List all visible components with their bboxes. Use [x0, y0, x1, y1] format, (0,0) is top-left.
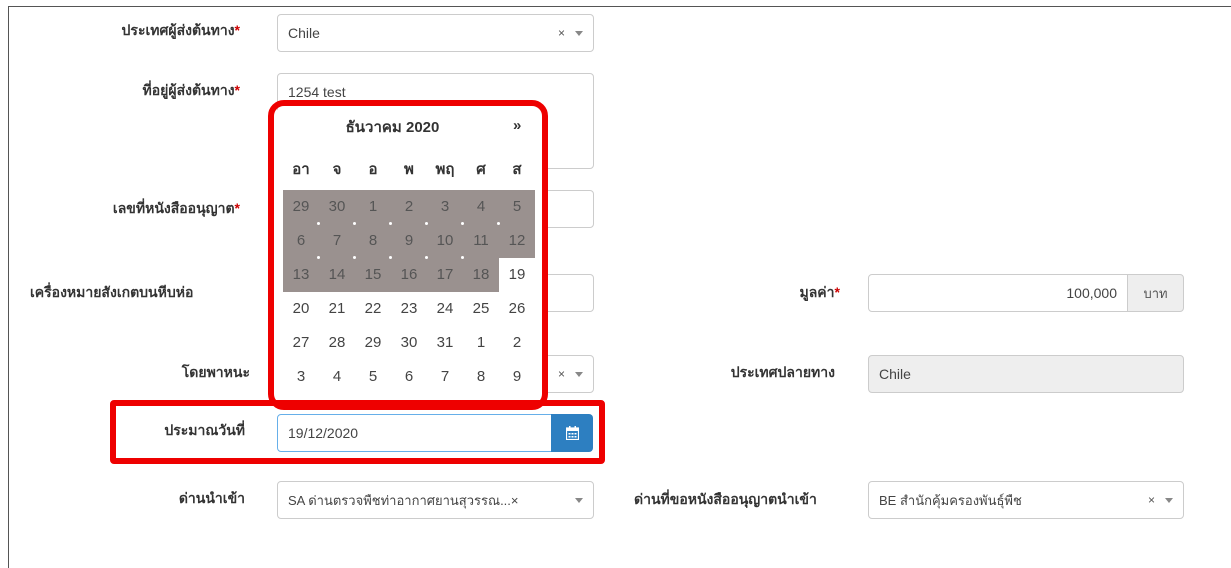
permit-checkpoint-select[interactable]: BE สำนักคุ้มครองพันธุ์พืช ×	[868, 481, 1184, 519]
caret-down-icon[interactable]	[575, 31, 583, 36]
vehicle-label: โดยพาหนะ	[181, 364, 250, 380]
value-label: มูลค่า*	[799, 284, 841, 300]
clear-icon[interactable]: ×	[558, 367, 565, 381]
caret-down-icon[interactable]	[575, 498, 583, 503]
import-checkpoint-select[interactable]: SA ด่านตรวจพืชท่าอากาศยานสุวรรณ...×	[277, 481, 594, 519]
origin-address-value: 1254 test	[288, 84, 346, 100]
datepicker-highlight	[268, 100, 548, 410]
permit-checkpoint-value: BE สำนักคุ้มครองพันธุ์พืช	[879, 492, 1022, 508]
permit-number-label: เลขที่หนังสืออนุญาต*	[112, 200, 240, 216]
currency-addon: บาท	[1127, 274, 1184, 312]
destination-country-value: Chile	[879, 366, 911, 382]
origin-country-value: Chile	[288, 25, 320, 41]
import-checkpoint-label: ด่านนำเข้า	[178, 490, 245, 506]
caret-down-icon[interactable]	[575, 372, 583, 377]
origin-country-label: ประเทศผู้ส่งต้นทาง*	[121, 22, 240, 38]
import-checkpoint-value: SA ด่านตรวจพืชท่าอากาศยานสุวรรณ...×	[288, 492, 519, 508]
value-amount: 100,000	[1066, 285, 1117, 301]
permit-checkpoint-label: ด่านที่ขอหนังสืออนุญาตนำเข้า	[634, 491, 817, 507]
clear-icon[interactable]: ×	[1148, 493, 1155, 507]
package-marks-label: เครื่องหมายสังเกตบนหีบห่อ	[30, 284, 194, 300]
date-field-highlight	[110, 400, 605, 464]
destination-country-label: ประเทศปลายทาง	[730, 364, 835, 380]
caret-down-icon[interactable]	[1165, 498, 1173, 503]
clear-icon[interactable]: ×	[558, 26, 565, 40]
destination-country-input: Chile	[868, 355, 1184, 393]
origin-address-label: ที่อยู่ผู้ส่งต้นทาง*	[142, 82, 240, 98]
value-input[interactable]: 100,000	[868, 274, 1128, 312]
origin-country-select[interactable]: Chile ×	[277, 14, 594, 52]
